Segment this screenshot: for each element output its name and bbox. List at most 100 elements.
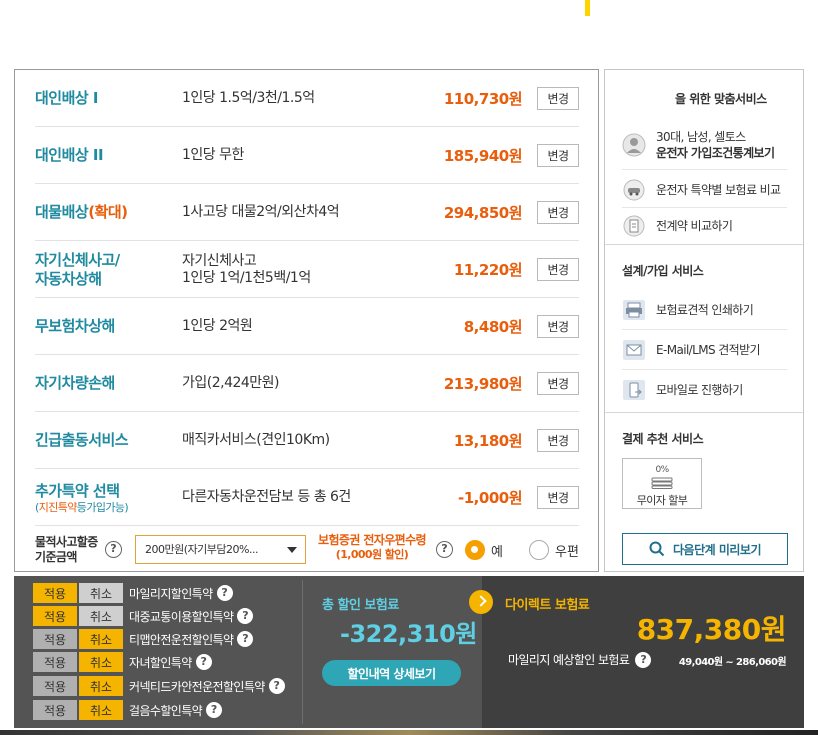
- mileage-discount-range: 49,040원 ~ 286,060원: [678, 657, 787, 668]
- help-icon[interactable]: ?: [268, 678, 285, 694]
- design-service-title: 설계/가입 서비스: [622, 264, 704, 278]
- prev-contract-compare-label: 전계약 비교하기: [656, 219, 733, 233]
- apply-button[interactable]: 적용: [33, 583, 77, 603]
- discount-panel: 적용 취소 마일리지할인특약 ? 적용 취소 대중교통이용할인특약 ? 적용 취…: [14, 576, 804, 728]
- no-interest-label: 무이자 할부: [636, 494, 688, 507]
- change-button[interactable]: 변경: [537, 87, 579, 110]
- coverage-row-own-vehicle: 자기차량손해 가입(2,424만원) 213,980원 변경: [35, 355, 579, 412]
- driver-profile: 30대, 남성, 셀토스: [656, 129, 746, 144]
- mobile-icon: [622, 378, 646, 402]
- discount-row: 적용 취소 걸음수할인특약 ?: [33, 700, 223, 720]
- coverage-desc: 1인당 2억원: [182, 318, 253, 334]
- rider-compare-label: 운전자 특약별 보험료 비교: [656, 182, 781, 197]
- coverage-desc: 1인당 1.5억/3천/1.5억: [182, 90, 315, 106]
- email-quote-link[interactable]: E-Mail/LMS 견적받기: [622, 330, 787, 370]
- print-quote-label: 보험료견적 인쇄하기: [656, 302, 754, 317]
- coverage-row-bodily-injury-2: 대인배상 II 1인당 무한 185,940원 변경: [35, 127, 579, 184]
- coverage-desc: 다른자동차운전담보 등 총 6건: [182, 489, 351, 505]
- coverage-price: 110,730원: [443, 90, 523, 108]
- coverage-row-additional-riders: 추가특약 선택 (지진특약등가입가능) 다른자동차운전담보 등 총 6건 -1,0…: [35, 469, 579, 526]
- change-button[interactable]: 변경: [537, 144, 579, 167]
- help-icon[interactable]: ?: [436, 541, 453, 558]
- footer-decoration: [0, 730, 818, 735]
- coverage-row-uninsured: 무보험차상해 1인당 2억원 8,480원 변경: [35, 298, 579, 355]
- help-icon[interactable]: ?: [195, 654, 212, 670]
- coverage-row-bodily-injury-1: 대인배상 I 1인당 1.5억/3천/1.5억 110,730원 변경: [35, 70, 579, 127]
- deductible-select[interactable]: 200만원(자기부담20%...: [135, 535, 306, 564]
- coverage-name: 긴급출동서비스: [35, 431, 129, 449]
- discount-row: 적용 취소 티맵안전운전할인특약 ?: [33, 629, 254, 649]
- chevron-right-icon: [469, 590, 493, 614]
- side-divider: [605, 244, 803, 245]
- print-quote-link[interactable]: 보험료견적 인쇄하기: [622, 290, 787, 330]
- change-button[interactable]: 변경: [537, 315, 579, 338]
- cancel-button[interactable]: 취소: [79, 629, 123, 649]
- prev-contract-compare-link[interactable]: 전계약 비교하기: [622, 210, 787, 242]
- change-button[interactable]: 변경: [537, 201, 579, 224]
- deductible-row: 물적사고할증 기준금액 ? 200만원(자기부담20%... 보험증권 전자우편수…: [35, 531, 585, 571]
- radio-postal[interactable]: [529, 540, 549, 560]
- coverage-desc: 가입(2,424만원): [182, 375, 280, 391]
- coverage-price: -1,000원: [458, 489, 522, 507]
- help-icon[interactable]: ?: [237, 608, 254, 624]
- discount-name: 마일리지할인특약: [129, 586, 213, 601]
- coverage-name: 대인배상 II: [35, 146, 104, 164]
- coverage-price: 11,220원: [453, 261, 523, 279]
- change-button[interactable]: 변경: [537, 258, 579, 281]
- cancel-button[interactable]: 취소: [79, 606, 123, 626]
- discount-name: 걸음수할인특약: [129, 703, 203, 718]
- help-icon[interactable]: ?: [216, 585, 233, 601]
- coverage-name: 자기신체사고/: [35, 250, 120, 269]
- apply-button[interactable]: 적용: [33, 700, 77, 720]
- change-button[interactable]: 변경: [537, 429, 579, 452]
- cancel-button[interactable]: 취소: [79, 652, 123, 672]
- payment-service-title: 결제 추천 서비스: [622, 432, 704, 446]
- change-button[interactable]: 변경: [537, 486, 579, 509]
- apply-button[interactable]: 적용: [33, 652, 77, 672]
- radio-postal-label: 우편: [555, 545, 579, 560]
- rider-sub-highlight: 지진특약: [38, 500, 78, 514]
- help-icon[interactable]: ?: [105, 541, 122, 558]
- mileage-discount: 마일리지 예상할인 보험료 ?: [508, 651, 652, 668]
- radio-email-yes-label: 예: [491, 545, 503, 560]
- next-step-preview-button[interactable]: 다음단계 미리보기: [622, 533, 788, 565]
- help-icon[interactable]: ?: [635, 651, 652, 668]
- email-policy-discount: (1,000원 할인): [335, 548, 409, 561]
- coins-icon: [651, 477, 673, 489]
- discount-row: 적용 취소 대중교통이용할인특약 ?: [33, 606, 254, 626]
- cancel-button[interactable]: 취소: [79, 676, 123, 696]
- coverage-price: 13,180원: [453, 432, 523, 450]
- driver-stats-link[interactable]: 30대, 남성, 셀토스 운전자 가입조건통계보기: [622, 120, 787, 170]
- email-policy-label: 보험증권 전자우편수령: [318, 533, 427, 547]
- radio-email-yes[interactable]: [465, 540, 485, 560]
- side-divider: [605, 412, 803, 413]
- discount-name: 티맵안전운전할인특약: [129, 632, 234, 647]
- coverage-name: 추가특약 선택: [35, 481, 120, 500]
- coverage-name: 자기차량손해: [35, 374, 115, 392]
- total-discount-value: -322,310원: [340, 620, 477, 648]
- discount-detail-button[interactable]: 할인내역 상세보기: [322, 660, 461, 686]
- apply-button[interactable]: 적용: [33, 676, 77, 696]
- coverage-desc: 매직카서비스(견인10Km): [182, 432, 330, 448]
- cancel-button[interactable]: 취소: [79, 583, 123, 603]
- coverage-desc: 자기신체사고: [182, 252, 257, 269]
- help-icon[interactable]: ?: [206, 702, 223, 718]
- printer-icon: [622, 298, 646, 322]
- discount-name: 커넥티드카안전운전할인특약: [129, 679, 265, 694]
- deductible-label-line2: 기준금액: [35, 550, 77, 564]
- change-button[interactable]: 변경: [537, 372, 579, 395]
- apply-button[interactable]: 적용: [33, 629, 77, 649]
- help-icon[interactable]: ?: [237, 631, 254, 647]
- rider-compare-link[interactable]: 운전자 특약별 보험료 비교: [622, 172, 787, 208]
- direct-premium-label: 다이렉트 보험료: [505, 598, 590, 613]
- no-interest-installment-button[interactable]: 0% 무이자 할부: [622, 458, 702, 509]
- discount-row: 적용 취소 커넥티드카안전운전할인특약 ?: [33, 676, 285, 696]
- apply-button[interactable]: 적용: [33, 606, 77, 626]
- mobile-continue-link[interactable]: 모바일로 진행하기: [622, 370, 787, 410]
- coverage-row-property-damage: 대물배상(확대) 1사고당 대물2억/외산차4억 294,850원 변경: [35, 184, 579, 241]
- cancel-button[interactable]: 취소: [79, 700, 123, 720]
- mobile-continue-label: 모바일로 진행하기: [656, 383, 743, 397]
- person-icon: [622, 133, 646, 157]
- rider-sub-text: 등가입가능: [76, 500, 125, 514]
- direct-premium-value: 837,380원: [636, 613, 787, 646]
